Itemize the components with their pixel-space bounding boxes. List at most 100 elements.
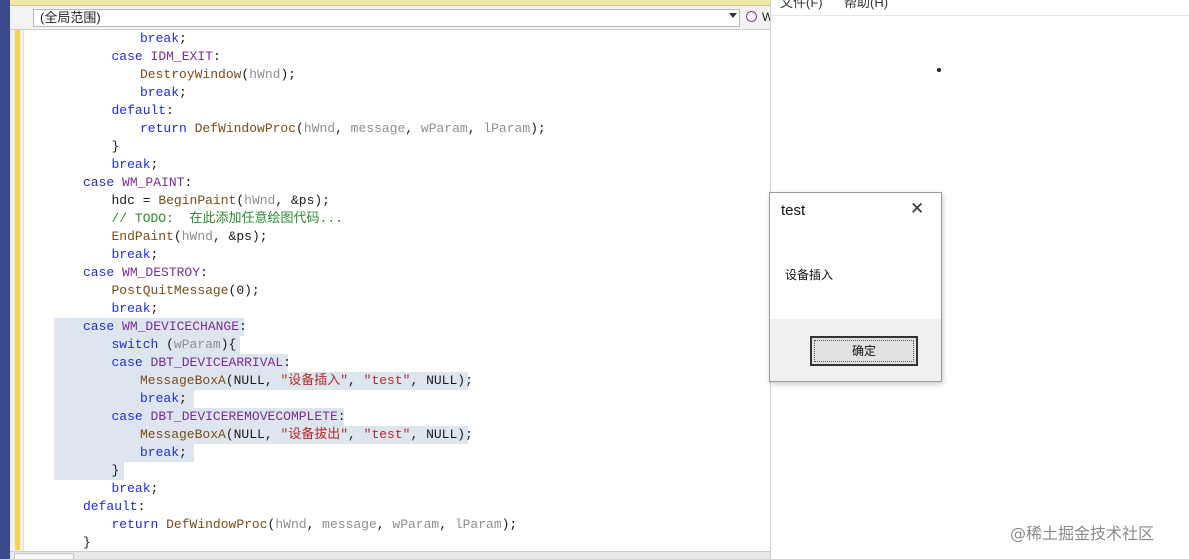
code-line: break; <box>112 480 159 498</box>
code-token: message <box>322 517 377 532</box>
code-token: hWnd <box>249 67 281 82</box>
code-token: (NULL, <box>225 427 281 442</box>
navigation-bar: (全局范围) W <box>10 6 770 30</box>
watermark: @稀土掘金技术社区 <box>1010 524 1155 543</box>
code-token: , <box>467 121 484 136</box>
code-token: DestroyWindow <box>140 67 242 82</box>
code-line: break; <box>112 156 159 174</box>
code-line: case WM_PAINT: <box>83 174 192 192</box>
code-token: "设备拔出" <box>280 427 349 442</box>
focus-rect <box>814 340 914 362</box>
code-line: break; <box>112 300 159 318</box>
code-token: MessageBoxA <box>140 373 226 388</box>
code-token: } <box>83 535 91 550</box>
code-line: case IDM_EXIT: <box>112 48 221 66</box>
code-token: break <box>111 481 151 496</box>
code-token: ; <box>150 481 159 496</box>
code-token: break <box>140 85 180 100</box>
code-token: ; <box>150 301 159 316</box>
code-token: lParam <box>454 517 502 532</box>
code-token: DefWindowProc <box>194 121 297 136</box>
code-token: // TODO: 在此添加任意绘图代码... <box>111 211 343 226</box>
code-token: ); <box>501 517 518 532</box>
code-token: break <box>111 247 151 262</box>
code-token: break <box>140 391 180 406</box>
zoom-control[interactable] <box>14 553 74 559</box>
code-token: : <box>283 355 291 370</box>
code-token: case <box>111 49 151 64</box>
code-token: (NULL, <box>225 373 281 388</box>
code-token: switch <box>111 337 167 352</box>
code-line: // TODO: 在此添加任意绘图代码... <box>112 210 343 228</box>
code-token: PostQuitMessage <box>111 283 229 298</box>
code-token: WM_DESTROY <box>122 265 201 280</box>
code-token: , &ps); <box>212 229 268 244</box>
menu-file[interactable]: 文件(F) <box>780 0 823 12</box>
code-token: DBT_DEVICEREMOVECOMPLETE <box>150 409 338 424</box>
chevron-down-icon <box>729 13 737 18</box>
code-token: break <box>140 445 180 460</box>
member-icon <box>746 11 757 22</box>
code-line: DestroyWindow(hWnd); <box>140 66 296 84</box>
editor-status-bar <box>10 551 770 559</box>
code-token: } <box>111 463 120 478</box>
code-token: ( <box>166 337 174 352</box>
code-token: ; <box>150 247 159 262</box>
code-token: } <box>111 139 120 154</box>
code-token: BeginPaint <box>158 193 237 208</box>
member-value: W <box>762 10 770 24</box>
code-token: wParam <box>173 337 221 352</box>
code-editor[interactable]: (全局范围) W break; case IDM_EXIT: DestroyWind… <box>0 0 770 559</box>
code-token: lParam <box>483 121 531 136</box>
close-icon[interactable]: ✕ <box>910 199 924 219</box>
code-line: } <box>83 534 91 552</box>
scope-dropdown[interactable]: (全局范围) <box>33 9 740 27</box>
code-token: case <box>111 355 151 370</box>
code-line: break; <box>140 390 187 408</box>
code-token: ); <box>530 121 546 136</box>
code-token: : <box>166 103 174 118</box>
ok-button[interactable]: 确定 <box>810 336 918 366</box>
code-line: } <box>112 462 120 480</box>
code-line: break; <box>112 246 159 264</box>
code-token: "test" <box>363 373 411 388</box>
message-box-title: test <box>781 202 806 219</box>
code-line: return DefWindowProc(hWnd, message, wPar… <box>112 516 518 534</box>
code-token: , <box>335 121 351 136</box>
code-token: ; <box>179 85 187 100</box>
code-token: WM_DEVICECHANGE <box>122 319 240 334</box>
code-token: (0); <box>228 283 260 298</box>
message-box-text: 设备插入 <box>785 268 834 282</box>
code-token: WM_PAINT <box>122 175 185 190</box>
code-line: return DefWindowProc(hWnd, message, wPar… <box>140 120 546 138</box>
code-token: ( <box>236 193 245 208</box>
code-token: : <box>337 409 346 424</box>
code-token: hdc = <box>111 193 159 208</box>
code-token: : <box>200 265 208 280</box>
message-box[interactable]: test ✕ 设备插入 确定 <box>769 192 942 382</box>
code-token: break <box>111 301 151 316</box>
code-token: MessageBoxA <box>140 427 226 442</box>
code-token: wParam <box>420 121 468 136</box>
code-token: : <box>212 49 221 64</box>
code-token: , <box>439 517 455 532</box>
menu-bar: 文件(F) 帮助(H) <box>771 0 1189 16</box>
code-token: , <box>348 427 364 442</box>
code-token: hWnd <box>303 121 336 136</box>
code-line: break; <box>140 444 187 462</box>
code-token: break <box>140 31 180 46</box>
code-token: , &ps); <box>275 193 330 208</box>
code-line: break; <box>140 84 187 102</box>
code-token: ( <box>173 229 182 244</box>
code-token: , NULL); <box>410 373 473 388</box>
code-token: , <box>306 517 323 532</box>
code-line: switch (wParam){ <box>112 336 237 354</box>
code-token: default <box>111 103 167 118</box>
code-token: EndPaint <box>111 229 174 244</box>
code-area[interactable]: break; case IDM_EXIT: DestroyWindow(hWnd);… <box>26 30 770 552</box>
code-line: PostQuitMessage(0); <box>112 282 260 300</box>
member-dropdown[interactable]: W <box>742 9 770 27</box>
code-token: message <box>350 121 406 136</box>
menu-help[interactable]: 帮助(H) <box>844 0 888 12</box>
code-line: MessageBoxA(NULL, "设备拔出", "test", NULL); <box>140 426 473 444</box>
